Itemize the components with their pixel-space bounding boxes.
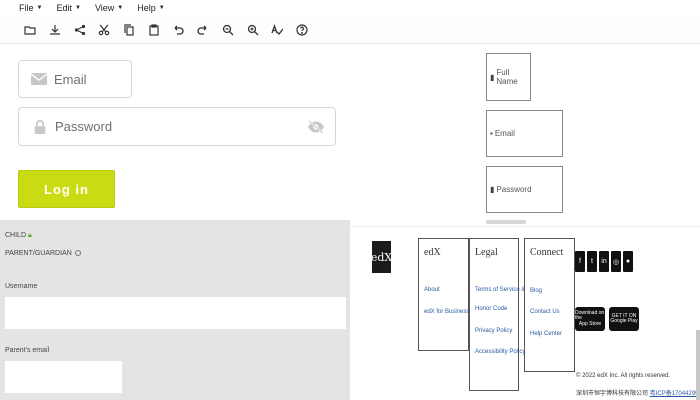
menu-bar: File ▼ Edit ▼ View ▼ Help ▼ — [0, 0, 700, 16]
menu-help[interactable]: Help ▼ — [137, 3, 164, 13]
login-button[interactable]: Log in — [18, 170, 115, 208]
footer-column-legal: Legal Terms of Service & Honor Code Priv… — [469, 238, 525, 391]
lock-icon: ▮ — [490, 185, 495, 194]
app-store-bottom: App Store — [578, 320, 602, 327]
menu-view[interactable]: View ▼ — [95, 3, 123, 13]
signup-password-field[interactable]: ▮ Password — [486, 166, 563, 213]
full-name-placeholder: Full Name — [496, 68, 518, 86]
parent-label: PARENT/GUARDIAN — [5, 250, 72, 257]
footer-link-contact[interactable]: Contact Us — [530, 309, 560, 315]
icp-line: 深圳市恒宇博科技有限公司 粤ICP备17044299 — [576, 388, 698, 397]
copy-icon[interactable] — [117, 19, 142, 41]
reddit-icon[interactable]: ● — [623, 251, 633, 272]
scrollbar[interactable] — [696, 330, 700, 400]
zoom-out-icon[interactable] — [216, 19, 241, 41]
full-name-field[interactable]: ▮ Full Name — [486, 53, 531, 101]
social-links: f t in ◎ ● — [575, 251, 633, 272]
parent-email-label: Parent's email — [5, 347, 50, 354]
edx-logo[interactable]: edX — [371, 241, 392, 273]
zoom-in-icon[interactable] — [240, 19, 265, 41]
twitter-icon[interactable]: t — [587, 251, 597, 272]
signup-password-placeholder: Password — [496, 185, 532, 194]
child-label: CHILD — [5, 232, 27, 239]
footer-link-terms[interactable]: Terms of Service & — [475, 287, 525, 293]
column-title: Legal — [475, 247, 498, 258]
footer-link-accessibility[interactable]: Accessibility Policy — [475, 349, 525, 355]
footer-link-blog[interactable]: Blog — [530, 288, 542, 294]
password-field[interactable]: Password — [18, 107, 336, 146]
menu-view-label: View — [94, 3, 115, 13]
column-title: Connect — [530, 247, 564, 258]
google-play-bottom: Google Play — [610, 318, 638, 324]
download-icon[interactable] — [43, 19, 68, 41]
app-store-badge[interactable]: Download on the App Store — [575, 307, 605, 331]
footer-link-privacy[interactable]: Privacy Policy — [475, 328, 512, 334]
parent-email-input[interactable] — [5, 361, 122, 393]
icp-text: 深圳市恒宇博科技有限公司 — [576, 391, 649, 397]
username-label: Username — [5, 283, 38, 290]
chevron-down-icon: ▼ — [158, 5, 165, 11]
email-placeholder: Email — [54, 71, 87, 87]
lock-icon — [32, 119, 48, 134]
linkedin-icon[interactable]: in — [599, 251, 609, 272]
menu-help-label: Help — [137, 3, 156, 13]
child-option[interactable]: CHILD 🔒︎ — [5, 232, 32, 240]
facebook-icon[interactable]: f — [575, 251, 585, 272]
column-title: edX — [424, 247, 441, 258]
envelope-icon — [31, 72, 47, 86]
menu-edit-label: Edit — [56, 3, 72, 13]
folder-icon[interactable] — [18, 19, 43, 41]
app-root: File ▼ Edit ▼ View ▼ Help ▼ Email Password L… — [0, 0, 700, 400]
menu-edit[interactable]: Edit ▼ — [56, 3, 80, 13]
parent-option[interactable]: PARENT/GUARDIAN — [5, 250, 81, 257]
chevron-down-icon: ▼ — [74, 5, 81, 11]
chevron-down-icon: ▼ — [117, 5, 124, 11]
footer-column-edx: edX About edX for Business — [418, 238, 469, 351]
toolbar — [0, 16, 700, 44]
google-play-badge[interactable]: GET IT ON Google Play — [609, 307, 639, 331]
spellcheck-icon[interactable] — [265, 19, 290, 41]
password-placeholder: Password — [55, 119, 113, 134]
redo-icon[interactable] — [191, 19, 216, 41]
copyright-text: © 2022 edX Inc. All rights reserved. — [576, 373, 671, 379]
footer-link-help-center[interactable]: Help Center — [530, 331, 562, 337]
icp-link[interactable]: 粤ICP备17044299 — [650, 391, 699, 397]
menu-file[interactable]: File ▼ — [19, 3, 42, 13]
signup-email-field[interactable]: ▪ Email — [486, 110, 563, 157]
email-field[interactable]: Email — [18, 60, 132, 98]
footer-link-business[interactable]: edX for Business — [424, 309, 469, 315]
menu-file-label: File — [19, 3, 34, 13]
paste-icon[interactable] — [141, 19, 166, 41]
envelope-icon: ▪ — [490, 129, 493, 138]
footer-link-about[interactable]: About — [424, 287, 440, 293]
radio-button[interactable] — [74, 250, 81, 257]
footer-column-connect: Connect Blog Contact Us Help Center — [524, 238, 575, 372]
undo-icon[interactable] — [166, 19, 191, 41]
footer-link-honor-code[interactable]: Honor Code — [475, 306, 507, 312]
signup-email-placeholder: Email — [494, 129, 515, 138]
instagram-icon[interactable]: ◎ — [611, 251, 621, 272]
user-icon: ▮ — [490, 72, 495, 82]
chevron-down-icon: ▼ — [36, 5, 43, 11]
scroll-strip — [486, 220, 526, 224]
eye-slash-icon[interactable] — [307, 120, 325, 134]
username-input[interactable] — [5, 297, 346, 329]
share-icon[interactable] — [67, 19, 92, 41]
cut-icon[interactable] — [92, 19, 117, 41]
lock-icon: 🔒︎ — [28, 232, 32, 239]
help-icon[interactable] — [290, 19, 315, 41]
